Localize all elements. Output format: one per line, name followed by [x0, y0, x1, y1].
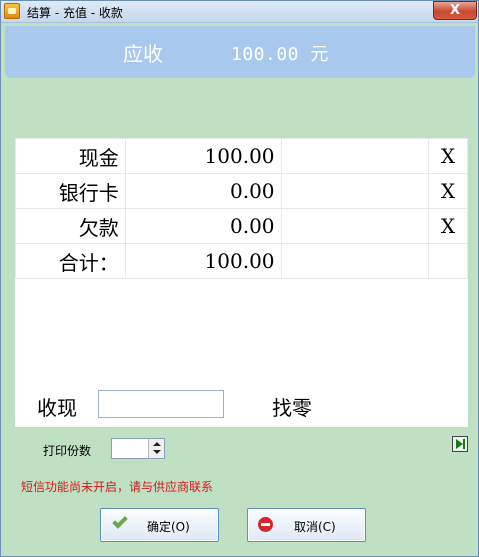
total-empty-cell: [428, 243, 468, 279]
payment-amount[interactable]: 100.00: [124, 138, 282, 174]
confirm-button-label: 确定(O): [147, 520, 190, 534]
total-amount: 100.00: [124, 243, 282, 279]
spin-up-icon[interactable]: [153, 442, 161, 446]
app-icon: [4, 3, 20, 19]
amount-due-value: 100.00 元: [231, 44, 329, 65]
payment-blank-cell: [280, 173, 430, 209]
cash-received-input[interactable]: [98, 390, 224, 418]
payment-amount[interactable]: 0.00: [124, 208, 282, 244]
payment-row-cash[interactable]: 现金 100.00 X: [15, 138, 468, 174]
spin-buttons[interactable]: [148, 439, 164, 458]
payment-amount[interactable]: 0.00: [124, 173, 282, 209]
payment-row-bank-card[interactable]: 银行卡 0.00 X: [15, 173, 468, 209]
payment-method-label: 银行卡: [15, 173, 126, 209]
close-button[interactable]: X: [433, 1, 477, 20]
payment-table: 现金 100.00 X 银行卡 0.00 X 欠款 0.00 X 合计： 100…: [15, 138, 468, 279]
remove-payment-button[interactable]: X: [428, 208, 468, 244]
title-bar[interactable]: 结算 - 充值 - 收款 X: [1, 1, 478, 23]
spin-down-icon[interactable]: [153, 450, 161, 454]
checkout-window: 结算 - 充值 - 收款 X 应收 100.00 元 现金 100.00 X 银…: [0, 0, 479, 557]
total-label: 合计：: [15, 243, 126, 279]
play-next-icon[interactable]: [452, 436, 468, 452]
cancel-button-label: 取消(C): [294, 520, 336, 534]
amount-due-label: 应收: [123, 42, 163, 66]
sms-warning-text: 短信功能尚未开启，请与供应商联系: [21, 480, 214, 494]
cancel-button[interactable]: 取消(C): [247, 508, 366, 542]
check-icon: [112, 513, 128, 529]
remove-payment-button[interactable]: X: [428, 138, 468, 174]
window-title: 结算 - 充值 - 收款: [27, 6, 123, 20]
remove-payment-button[interactable]: X: [428, 173, 468, 209]
payment-row-debt[interactable]: 欠款 0.00 X: [15, 208, 468, 244]
payment-panel: 现金 100.00 X 银行卡 0.00 X 欠款 0.00 X 合计： 100…: [15, 138, 468, 427]
change-label: 找零: [272, 396, 312, 420]
payment-method-label: 现金: [15, 138, 126, 174]
payment-method-label: 欠款: [15, 208, 126, 244]
payment-blank-cell: [280, 138, 430, 174]
cash-received-label: 收现: [37, 396, 77, 420]
payment-blank-cell: [280, 208, 430, 244]
print-copies-stepper[interactable]: [111, 438, 165, 459]
amount-due-banner: 应收 100.00 元: [5, 26, 475, 78]
print-copies-label: 打印份数: [43, 444, 92, 458]
no-entry-icon: [258, 517, 273, 532]
payment-blank-cell: [280, 243, 430, 279]
confirm-button[interactable]: 确定(O): [100, 508, 219, 542]
payment-row-total: 合计： 100.00: [15, 243, 468, 279]
